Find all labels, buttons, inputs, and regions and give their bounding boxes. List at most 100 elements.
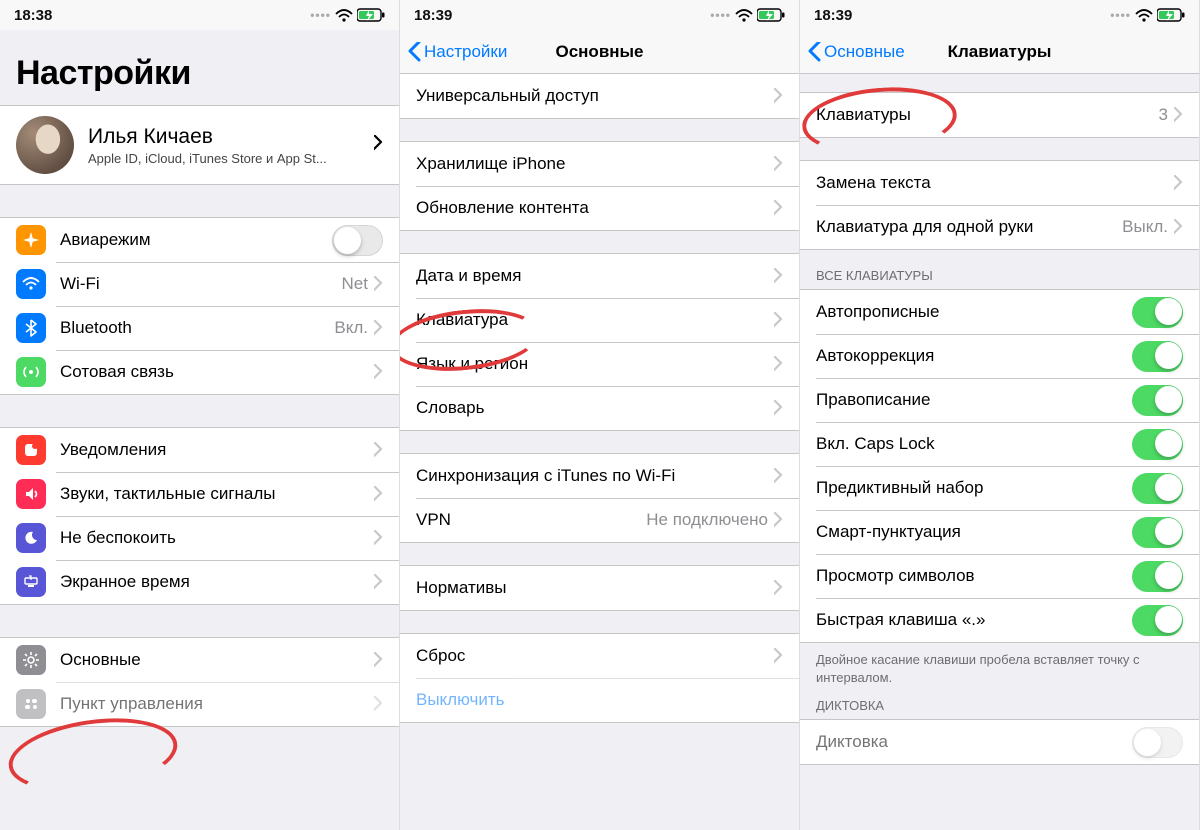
screen-settings: 18:38 •••• Настройки Илья Кичаев Apple I…	[0, 0, 400, 830]
row-label: Вкл. Caps Lock	[816, 423, 1132, 465]
row-keyboard[interactable]: Клавиатура	[400, 298, 799, 342]
row-label: Автокоррекция	[816, 335, 1132, 377]
wifi-settings-icon	[16, 269, 46, 299]
row-notifications[interactable]: Уведомления	[0, 428, 399, 472]
row-char-preview[interactable]: Просмотр символов	[800, 554, 1199, 598]
row-period-shortcut[interactable]: Быстрая клавиша «.»	[800, 598, 1199, 642]
toggle-dictation[interactable]	[1132, 727, 1183, 758]
row-predictive[interactable]: Предиктивный набор	[800, 466, 1199, 510]
chevron-right-icon	[774, 580, 783, 596]
back-button[interactable]: Настройки	[408, 42, 507, 62]
row-background-refresh[interactable]: Обновление контента	[400, 186, 799, 230]
row-smart-punctuation[interactable]: Смарт-пунктуация	[800, 510, 1199, 554]
control-center-icon	[16, 689, 46, 719]
row-airplane[interactable]: Авиарежим	[0, 218, 399, 262]
row-dnd[interactable]: Не беспокоить	[0, 516, 399, 560]
battery-icon	[357, 8, 385, 22]
row-vpn[interactable]: VPN Не подключено	[400, 498, 799, 542]
chevron-right-icon	[374, 320, 383, 336]
row-label: Словарь	[416, 387, 774, 429]
toggle-smart[interactable]	[1132, 517, 1183, 548]
toggle-shortcut[interactable]	[1132, 605, 1183, 636]
row-label: Звуки, тактильные сигналы	[60, 473, 374, 515]
row-regulatory[interactable]: Нормативы	[400, 566, 799, 610]
row-label: Синхронизация с iTunes по Wi-Fi	[416, 455, 774, 497]
row-general[interactable]: Основные	[0, 638, 399, 682]
screen-keyboards: 18:39 •••• Основные Клавиатуры Клавиатур…	[800, 0, 1200, 830]
row-label: Сброс	[416, 635, 774, 677]
row-value: Net	[342, 274, 368, 294]
bluetooth-icon	[16, 313, 46, 343]
row-datetime[interactable]: Дата и время	[400, 254, 799, 298]
profile-sub: Apple ID, iCloud, iTunes Store и App St.…	[88, 151, 374, 166]
toggle-caps[interactable]	[1132, 429, 1183, 460]
chevron-right-icon	[1174, 175, 1183, 191]
page-title: Настройки	[16, 54, 383, 93]
row-reset[interactable]: Сброс	[400, 634, 799, 678]
back-label: Основные	[824, 42, 905, 62]
row-label: Универсальный доступ	[416, 75, 774, 117]
row-label: Wi-Fi	[60, 263, 342, 305]
row-sounds[interactable]: Звуки, тактильные сигналы	[0, 472, 399, 516]
row-accessibility[interactable]: Универсальный доступ	[400, 74, 799, 118]
toggle-spell[interactable]	[1132, 385, 1183, 416]
row-label: Замена текста	[816, 162, 1174, 204]
battery-icon	[1157, 8, 1185, 22]
row-shutdown[interactable]: Выключить	[400, 678, 799, 722]
chevron-right-icon	[774, 156, 783, 172]
wifi-icon	[335, 8, 353, 22]
sounds-icon	[16, 479, 46, 509]
back-button[interactable]: Основные	[808, 42, 905, 62]
row-label: Хранилище iPhone	[416, 143, 774, 185]
row-screentime[interactable]: Экранное время	[0, 560, 399, 604]
chevron-right-icon	[374, 276, 383, 292]
row-spellcheck[interactable]: Правописание	[800, 378, 1199, 422]
row-autocorrect[interactable]: Автокоррекция	[800, 334, 1199, 378]
row-label: Просмотр символов	[816, 555, 1132, 597]
row-cellular[interactable]: Сотовая связь	[0, 350, 399, 394]
row-label: VPN	[416, 499, 646, 541]
row-dictionary[interactable]: Словарь	[400, 386, 799, 430]
row-bluetooth[interactable]: Bluetooth Вкл.	[0, 306, 399, 350]
chevron-right-icon	[774, 648, 783, 664]
row-value: Выкл.	[1122, 217, 1168, 237]
row-wifi[interactable]: Wi-Fi Net	[0, 262, 399, 306]
row-label: Клавиатуры	[816, 94, 1159, 136]
chevron-right-icon	[774, 88, 783, 104]
status-time: 18:39	[814, 7, 852, 24]
row-label: Обновление контента	[416, 187, 774, 229]
row-dictation[interactable]: Диктовка	[800, 720, 1199, 764]
status-bar: 18:38 ••••	[0, 0, 399, 30]
toggle-autocorrect[interactable]	[1132, 341, 1183, 372]
toggle-autocap[interactable]	[1132, 297, 1183, 328]
row-value: Вкл.	[334, 318, 368, 338]
notifications-icon	[16, 435, 46, 465]
row-capslock[interactable]: Вкл. Caps Lock	[800, 422, 1199, 466]
nav-bar: Настройки Основные	[400, 30, 799, 74]
section-header-dictation: ДИКТОВКА	[800, 692, 1199, 719]
row-storage[interactable]: Хранилище iPhone	[400, 142, 799, 186]
profile-cell[interactable]: Илья Кичаев Apple ID, iCloud, iTunes Sto…	[0, 106, 399, 184]
status-bar: 18:39 ••••	[800, 0, 1199, 30]
chevron-right-icon	[374, 486, 383, 502]
screentime-icon	[16, 567, 46, 597]
row-label: Автопрописные	[816, 291, 1132, 333]
row-control-center[interactable]: Пункт управления	[0, 682, 399, 726]
row-label: Выключить	[416, 679, 783, 721]
airplane-toggle[interactable]	[332, 225, 383, 256]
toggle-preview[interactable]	[1132, 561, 1183, 592]
cellular-signal-icon: ••••	[310, 8, 331, 22]
row-text-replacement[interactable]: Замена текста	[800, 161, 1199, 205]
chevron-right-icon	[774, 312, 783, 328]
chevron-right-icon	[374, 696, 383, 712]
chevron-right-icon	[774, 200, 783, 216]
row-one-handed[interactable]: Клавиатура для одной руки Выкл.	[800, 205, 1199, 249]
row-label: Bluetooth	[60, 307, 334, 349]
row-keyboards[interactable]: Клавиатуры 3	[800, 93, 1199, 137]
toggle-predictive[interactable]	[1132, 473, 1183, 504]
row-itunes-wifi[interactable]: Синхронизация с iTunes по Wi-Fi	[400, 454, 799, 498]
row-language[interactable]: Язык и регион	[400, 342, 799, 386]
row-autocap[interactable]: Автопрописные	[800, 290, 1199, 334]
chevron-right-icon	[1174, 219, 1183, 235]
status-time: 18:39	[414, 7, 452, 24]
